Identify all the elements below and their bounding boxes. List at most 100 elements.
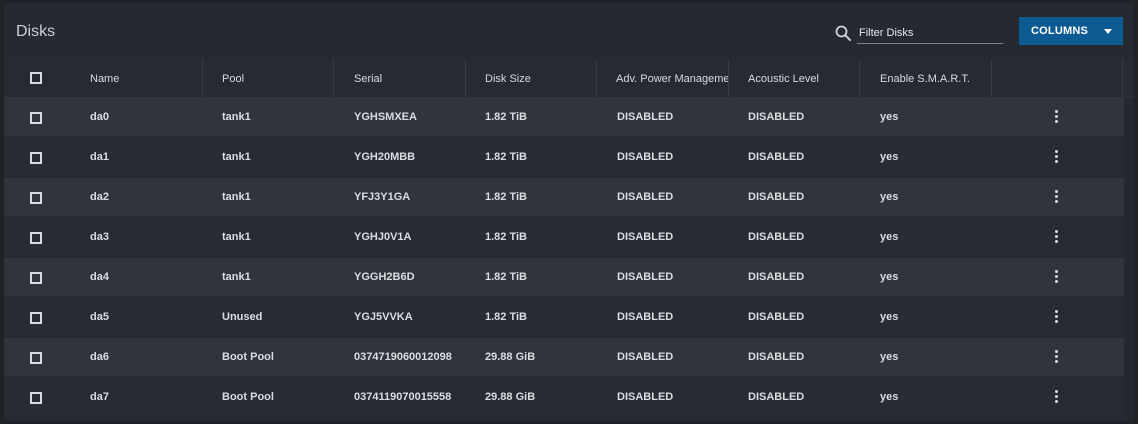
row-select-checkbox[interactable]	[30, 232, 42, 244]
cell-serial: YGGH2B6D	[354, 271, 415, 283]
more-vert-icon[interactable]	[1053, 350, 1061, 364]
table-row[interactable]: da7 Boot Pool 0374119070015558 29.88 GiB DIS…	[4, 378, 1124, 416]
cell-enable-smart: yes	[880, 351, 899, 363]
cell-enable-smart: yes	[880, 191, 899, 203]
cell-enable-smart: yes	[880, 391, 899, 403]
cell-name: da5	[90, 311, 109, 323]
cell-acoustic-level: DISABLED	[748, 191, 805, 203]
more-vert-icon[interactable]	[1053, 390, 1061, 404]
cell-serial: 0374119070015558	[354, 391, 452, 403]
cell-adv-power: DISABLED	[617, 231, 674, 243]
cell-name: da4	[90, 271, 109, 283]
cell-name: da7	[90, 391, 109, 403]
more-vert-icon[interactable]	[1053, 310, 1061, 324]
columns-button-label: COLUMNS	[1031, 25, 1089, 37]
cell-acoustic-level: DISABLED	[748, 391, 805, 403]
cell-adv-power: DISABLED	[617, 111, 674, 123]
cell-acoustic-level: DISABLED	[748, 271, 805, 283]
column-header-acoustic-level[interactable]: Acoustic Level	[729, 59, 860, 98]
table-row[interactable]: da6 Boot Pool 0374719060012098 29.88 GiB DIS…	[4, 338, 1124, 376]
cell-disk-size: 29.88 GiB	[485, 391, 536, 403]
table-row[interactable]: da1 tank1 YGH20MBB 1.82 TiB DISABLED DISABLED…	[4, 138, 1124, 176]
cell-serial: YGJ5VVKA	[354, 311, 413, 323]
cell-acoustic-level: DISABLED	[748, 151, 805, 163]
table-row[interactable]: da0 tank1 YGHSMXEA 1.82 TiB DISABLED DISABLED…	[4, 98, 1124, 136]
row-select-checkbox[interactable]	[30, 352, 42, 364]
column-header-enable-smart[interactable]: Enable S.M.A.R.T.	[860, 59, 992, 98]
vertical-scrollbar[interactable]	[1126, 98, 1134, 421]
cell-pool: Unused	[222, 311, 263, 323]
row-select-checkbox[interactable]	[30, 392, 42, 404]
cell-name: da1	[90, 151, 109, 163]
row-select-checkbox[interactable]	[30, 152, 42, 164]
cell-adv-power: DISABLED	[617, 391, 674, 403]
row-select-checkbox[interactable]	[30, 312, 42, 324]
cell-adv-power: DISABLED	[617, 351, 674, 363]
columns-button[interactable]: COLUMNS	[1019, 17, 1123, 45]
more-vert-icon[interactable]	[1053, 230, 1061, 244]
cell-adv-power: DISABLED	[617, 191, 674, 203]
cell-name: da6	[90, 351, 109, 363]
more-vert-icon[interactable]	[1053, 270, 1061, 284]
caret-down-icon	[1104, 29, 1112, 34]
cell-acoustic-level: DISABLED	[748, 231, 805, 243]
cell-pool: Boot Pool	[222, 351, 274, 363]
cell-serial: YFJ3Y1GA	[354, 191, 411, 203]
table-header: Name Pool Serial Disk Size Adv. Power Ma…	[4, 59, 1134, 98]
cell-acoustic-level: DISABLED	[748, 111, 805, 123]
cell-serial: YGHJ0V1A	[354, 231, 412, 243]
cell-pool: tank1	[222, 111, 251, 123]
cell-serial: YGH20MBB	[354, 151, 416, 163]
filter-disks-input[interactable]	[857, 23, 1003, 44]
cell-pool: tank1	[222, 151, 251, 163]
row-select-checkbox[interactable]	[30, 112, 42, 124]
cell-adv-power: DISABLED	[617, 151, 674, 163]
app-frame: Disks COLUMNS Name Pool Serial Disk Size…	[0, 0, 1138, 424]
cell-disk-size: 1.82 TiB	[485, 111, 527, 123]
column-header-disk-size[interactable]: Disk Size	[466, 59, 597, 98]
select-all-checkbox[interactable]	[30, 72, 42, 84]
table-row[interactable]: da2 tank1 YFJ3Y1GA 1.82 TiB DISABLED DISABLED…	[4, 178, 1124, 216]
cell-pool: tank1	[222, 271, 251, 283]
column-header-name[interactable]: Name	[72, 59, 203, 98]
cell-adv-power: DISABLED	[617, 271, 674, 283]
cell-disk-size: 1.82 TiB	[485, 311, 527, 323]
cell-disk-size: 1.82 TiB	[485, 191, 527, 203]
more-vert-icon[interactable]	[1053, 150, 1061, 164]
cell-enable-smart: yes	[880, 271, 899, 283]
search-icon[interactable]	[834, 24, 852, 42]
cell-serial: 0374719060012098	[354, 351, 452, 363]
header-select-cell	[4, 59, 72, 98]
page-title: Disks	[16, 23, 56, 40]
cell-disk-size: 29.88 GiB	[485, 351, 536, 363]
cell-pool: Boot Pool	[222, 391, 274, 403]
cell-pool: tank1	[222, 231, 251, 243]
cell-serial: YGHSMXEA	[354, 111, 417, 123]
cell-enable-smart: yes	[880, 231, 899, 243]
cell-name: da2	[90, 191, 109, 203]
cell-name: da0	[90, 111, 109, 123]
table-row[interactable]: da3 tank1 YGHJ0V1A 1.82 TiB DISABLED DISABLED…	[4, 218, 1124, 256]
cell-enable-smart: yes	[880, 151, 899, 163]
cell-disk-size: 1.82 TiB	[485, 271, 527, 283]
column-header-pool[interactable]: Pool	[203, 59, 334, 98]
cell-adv-power: DISABLED	[617, 311, 674, 323]
cell-enable-smart: yes	[880, 111, 899, 123]
column-header-adv-power[interactable]: Adv. Power Management	[597, 59, 729, 98]
cell-pool: tank1	[222, 191, 251, 203]
table-row[interactable]: da5 Unused YGJ5VVKA 1.82 TiB DISABLED DISABLE…	[4, 298, 1124, 336]
cell-acoustic-level: DISABLED	[748, 311, 805, 323]
cell-disk-size: 1.82 TiB	[485, 151, 527, 163]
table-row[interactable]: da4 tank1 YGGH2B6D 1.82 TiB DISABLED DISABLED…	[4, 258, 1124, 296]
column-header-actions	[992, 59, 1123, 98]
cell-enable-smart: yes	[880, 311, 899, 323]
cell-acoustic-level: DISABLED	[748, 351, 805, 363]
cell-name: da3	[90, 231, 109, 243]
more-vert-icon[interactable]	[1053, 190, 1061, 204]
row-select-checkbox[interactable]	[30, 192, 42, 204]
column-header-serial[interactable]: Serial	[334, 59, 466, 98]
row-select-checkbox[interactable]	[30, 272, 42, 284]
cell-disk-size: 1.82 TiB	[485, 231, 527, 243]
disks-card: Disks COLUMNS Name Pool Serial Disk Size…	[4, 3, 1134, 421]
more-vert-icon[interactable]	[1053, 110, 1061, 124]
